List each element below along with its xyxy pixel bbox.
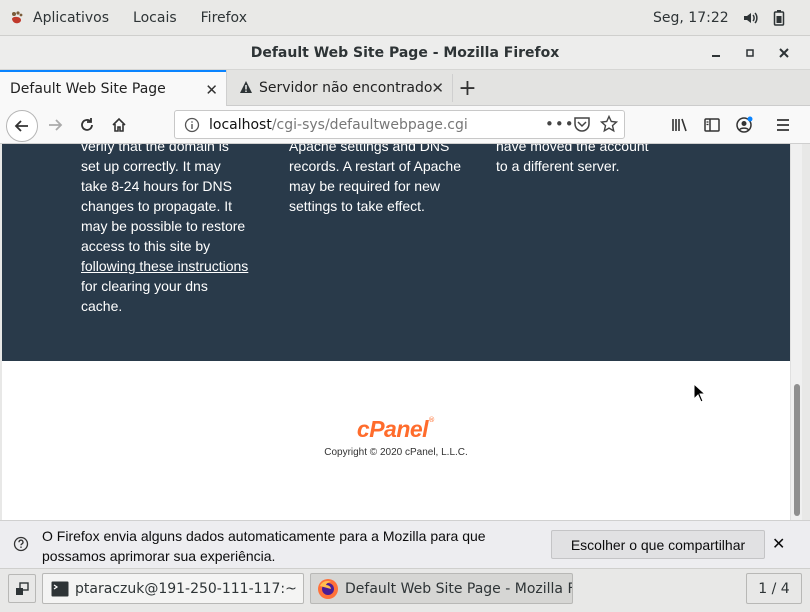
choose-what-to-share-button[interactable]: Escolher o que compartilhar: [551, 530, 765, 559]
page-actions-ellipsis-icon[interactable]: •••: [545, 115, 575, 133]
minimize-button[interactable]: [707, 44, 725, 62]
notification-close-icon[interactable]: ✕: [772, 534, 785, 554]
tab-label: Servidor não encontrado: [259, 80, 433, 96]
volume-icon[interactable]: [742, 10, 758, 30]
bookmark-star-icon[interactable]: [599, 114, 619, 137]
forward-arrow-icon: [49, 119, 63, 131]
battery-icon[interactable]: [773, 10, 785, 30]
new-tab-plus-icon[interactable]: +: [452, 74, 482, 102]
show-desktop-icon[interactable]: [8, 574, 36, 603]
apache-column: Apache settings and DNS records. A resta…: [289, 144, 461, 216]
applications-label: Aplicativos: [33, 9, 110, 26]
cpanel-logo-text: cPanel: [356, 416, 429, 442]
taskbar-terminal[interactable]: ptaraczuk@191-250-111-117:~: [42, 573, 304, 604]
window-list-taskbar: ptaraczuk@191-250-111-117:~ Default Web …: [0, 568, 810, 612]
forward-button[interactable]: [40, 111, 70, 139]
reload-button[interactable]: [72, 111, 102, 139]
url-host: localhost: [209, 116, 272, 133]
clock[interactable]: Seg, 17:22: [653, 10, 729, 26]
data-collection-notification: O Firefox envia alguns dados automaticam…: [0, 520, 810, 568]
tab-close-icon[interactable]: ✕: [205, 81, 218, 99]
account-icon[interactable]: [729, 111, 759, 139]
tab-default-web-site-page[interactable]: Default Web Site Page ✕: [0, 70, 226, 106]
firefox-icon: [317, 578, 339, 600]
tab-strip: Default Web Site Page ✕ Servidor não enc…: [0, 70, 810, 106]
server-column: have moved the account to a different se…: [496, 144, 661, 176]
terminal-icon: [51, 581, 69, 597]
applications-menu[interactable]: Aplicativos: [9, 10, 133, 26]
tab-label: Default Web Site Page: [10, 81, 166, 97]
info-icon[interactable]: [184, 117, 200, 133]
page-viewport: verify that the domain is set up correct…: [2, 144, 790, 520]
cpanel-logo[interactable]: cPanel®: [2, 416, 790, 443]
help-icon: [13, 536, 29, 555]
workspace-pager[interactable]: 1 / 4: [746, 573, 802, 604]
window-right-edge: [802, 144, 810, 520]
dns-instructions-link[interactable]: following these instructions: [81, 258, 248, 274]
close-window-button[interactable]: [775, 44, 793, 62]
copyright: Copyright © 2020 cPanel, L.L.C.: [324, 447, 468, 458]
firefox-task-label: Default Web Site Page - Mozilla Fire...: [345, 580, 572, 597]
home-icon: [112, 117, 126, 132]
library-icon[interactable]: [665, 111, 695, 139]
scrollbar-thumb[interactable]: [794, 384, 800, 516]
navigation-toolbar: localhost/cgi-sys/defaultwebpage.cgi •••: [0, 106, 810, 144]
dns-column: verify that the domain is set up correct…: [81, 144, 251, 316]
window-title: Default Web Site Page - Mozilla Firefox: [250, 44, 560, 61]
url-path: /cgi-sys/defaultwebpage.cgi: [271, 116, 468, 133]
tab-close-icon[interactable]: ✕: [431, 79, 444, 97]
gnome-foot-icon: [12, 10, 23, 23]
tab-servidor-nao-encontrado[interactable]: Servidor não encontrado ✕: [226, 70, 452, 106]
home-button[interactable]: [104, 111, 134, 139]
dns-text: set up correctly. It may take 8-24 hours…: [81, 158, 246, 254]
warning-icon: [239, 80, 255, 96]
server-text: have moved the account to a different se…: [496, 144, 649, 174]
places-menu[interactable]: Locais: [133, 10, 177, 26]
dns-text-line0: verify that the domain is: [81, 144, 229, 154]
firefox-app-menu[interactable]: Firefox: [201, 10, 247, 26]
terminal-task-label: ptaraczuk@191-250-111-117:~: [75, 580, 297, 597]
dns-text-after: for clearing your dns cache.: [81, 278, 208, 314]
trademark-mark: ®: [428, 416, 436, 424]
taskbar-firefox[interactable]: Default Web Site Page - Mozilla Fire...: [310, 573, 573, 604]
back-arrow-icon: [14, 120, 28, 132]
notification-message: O Firefox envia alguns dados automaticam…: [42, 528, 486, 564]
back-button[interactable]: [6, 110, 38, 142]
page-scrollbar[interactable]: [790, 144, 802, 520]
sidebar-icon[interactable]: [697, 111, 727, 139]
mouse-cursor-icon: [693, 383, 705, 403]
hamburger-menu-icon[interactable]: [768, 111, 798, 139]
gnome-top-bar: Aplicativos Locais Firefox Seg, 17:22: [0, 0, 810, 36]
url-bar[interactable]: localhost/cgi-sys/defaultwebpage.cgi •••: [174, 110, 625, 139]
window-titlebar: Default Web Site Page - Mozilla Firefox: [0, 36, 810, 70]
reload-icon: [81, 118, 93, 131]
pocket-icon[interactable]: [573, 116, 591, 136]
help-section: verify that the domain is set up correct…: [2, 144, 790, 361]
maximize-button[interactable]: [741, 44, 759, 62]
apache-text: Apache settings and DNS records. A resta…: [289, 144, 461, 214]
